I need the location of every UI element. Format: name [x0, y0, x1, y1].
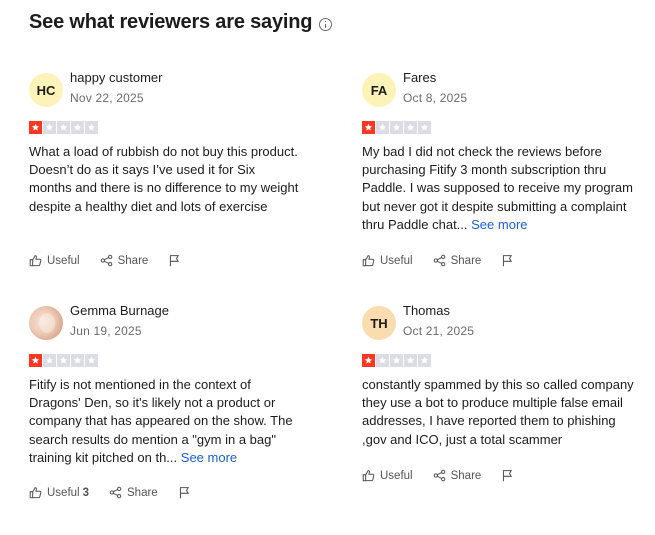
share-icon [433, 469, 445, 482]
report-button[interactable] [168, 254, 181, 267]
review-text-content: Fitify is not mentioned in the context o… [29, 377, 293, 465]
review-actions: Useful Share [362, 469, 514, 482]
section-title: See what reviewers are saying [29, 11, 313, 33]
useful-count: 3 [82, 486, 90, 499]
info-icon[interactable] [319, 17, 333, 31]
useful-label: Useful [380, 254, 413, 267]
review-card: HC happy customer Nov 22, 2025 What a lo… [29, 70, 309, 216]
review-card: TH Thomas Oct 21, 2025 constantly spamme… [362, 303, 642, 449]
report-button[interactable] [501, 469, 514, 482]
avatar[interactable] [29, 306, 63, 340]
review-card: Gemma Burnage Jun 19, 2025 Fitify is not… [29, 303, 309, 467]
useful-label: Useful [47, 254, 80, 267]
review-date: Oct 8, 2025 [403, 91, 468, 105]
useful-label: Useful [380, 469, 413, 482]
reviewer-name[interactable]: Gemma Burnage [70, 303, 169, 319]
star-rating [29, 121, 309, 134]
flag-icon [503, 470, 513, 482]
share-label: Share [117, 254, 149, 267]
share-label: Share [127, 486, 158, 499]
review-text-content: constantly spammed by this so called com… [362, 377, 634, 447]
star-icon [57, 121, 70, 134]
share-icon [100, 254, 112, 267]
star-icon [362, 354, 375, 367]
reviewer-header: TH Thomas Oct 21, 2025 [362, 303, 642, 345]
share-label: Share [450, 254, 482, 267]
review-text: Fitify is not mentioned in the context o… [29, 376, 301, 467]
star-icon [390, 121, 403, 134]
share-icon [109, 486, 122, 499]
thumbs-up-icon [29, 487, 42, 499]
star-icon [43, 121, 56, 134]
share-button[interactable]: Share [433, 254, 482, 267]
reviewer-header: HC happy customer Nov 22, 2025 [29, 70, 309, 112]
review-text: My bad I did not check the reviews befor… [362, 143, 634, 234]
thumbs-up-icon [29, 255, 42, 267]
star-rating [362, 354, 642, 367]
useful-button[interactable]: Useful [29, 254, 80, 267]
share-button[interactable]: Share [109, 486, 158, 499]
see-more-link[interactable]: See more [181, 450, 237, 465]
star-icon [376, 354, 389, 367]
reviewer-name[interactable]: happy customer [70, 70, 163, 86]
thumbs-up-icon [362, 255, 375, 267]
avatar[interactable]: TH [362, 306, 396, 340]
avatar[interactable]: FA [362, 73, 396, 107]
report-button[interactable] [178, 486, 191, 499]
share-icon [433, 254, 445, 267]
star-icon [43, 354, 56, 367]
useful-button[interactable]: Useful 3 [29, 486, 89, 499]
star-icon [362, 121, 375, 134]
review-actions: Useful Share [29, 254, 181, 267]
useful-button[interactable]: Useful [362, 469, 413, 482]
share-button[interactable]: Share [433, 469, 482, 482]
flag-icon [170, 255, 180, 267]
section-header: See what reviewers are saying [29, 11, 333, 34]
review-actions: Useful Share [362, 254, 514, 267]
reviewer-name[interactable]: Thomas [403, 303, 474, 319]
star-icon [376, 121, 389, 134]
review-date: Nov 22, 2025 [70, 91, 144, 105]
star-rating [29, 354, 309, 367]
review-actions: Useful 3 Share [29, 486, 191, 499]
star-icon [71, 354, 84, 367]
star-icon [85, 121, 98, 134]
report-button[interactable] [501, 254, 514, 267]
reviewer-name[interactable]: Fares [403, 70, 467, 86]
review-text: What a load of rubbish do not buy this p… [29, 143, 301, 216]
flag-icon [179, 487, 189, 499]
share-button[interactable]: Share [100, 254, 149, 267]
star-icon [404, 121, 417, 134]
thumbs-up-icon [362, 470, 375, 482]
flag-icon [503, 255, 513, 267]
star-icon [71, 121, 84, 134]
avatar[interactable]: HC [29, 73, 63, 107]
review-date: Jun 19, 2025 [70, 324, 142, 338]
star-icon [85, 354, 98, 367]
see-more-link[interactable]: See more [471, 217, 527, 232]
review-date: Oct 21, 2025 [403, 324, 475, 338]
star-icon [404, 354, 417, 367]
star-icon [29, 121, 42, 134]
reviewer-header: FA Fares Oct 8, 2025 [362, 70, 642, 112]
review-card: FA Fares Oct 8, 2025 My bad I did not ch… [362, 70, 642, 234]
review-text-content: What a load of rubbish do not buy this p… [29, 144, 299, 214]
star-icon [418, 354, 431, 367]
star-icon [418, 121, 431, 134]
review-text: constantly spammed by this so called com… [362, 376, 634, 449]
star-icon [29, 354, 42, 367]
useful-button[interactable]: Useful [362, 254, 413, 267]
star-rating [362, 121, 642, 134]
star-icon [390, 354, 403, 367]
useful-label: Useful [47, 486, 80, 499]
share-label: Share [450, 469, 482, 482]
reviewer-header: Gemma Burnage Jun 19, 2025 [29, 303, 309, 345]
star-icon [57, 354, 70, 367]
